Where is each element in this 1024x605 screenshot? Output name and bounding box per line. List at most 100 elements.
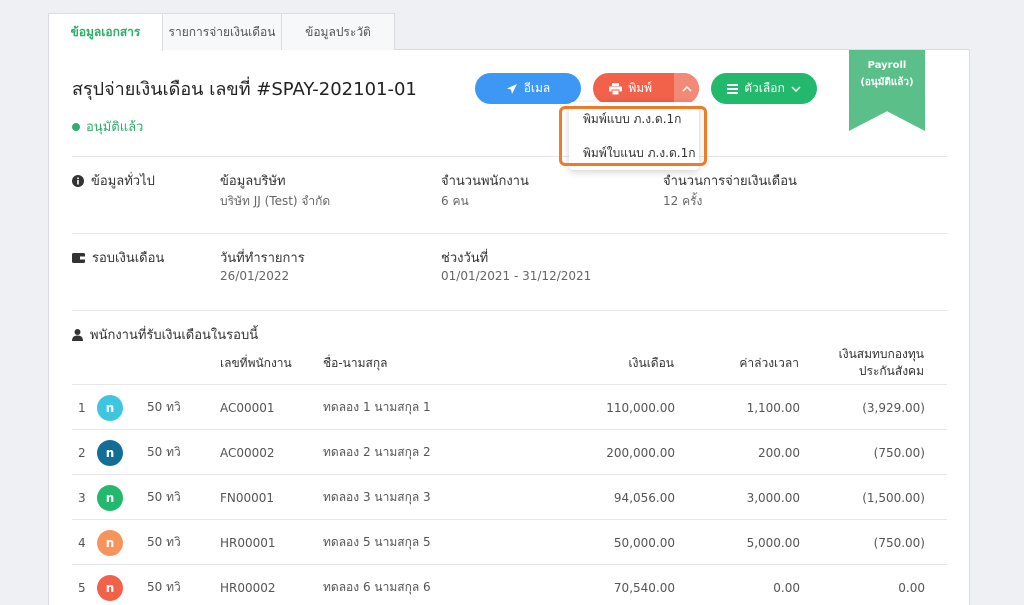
payroll-status-ribbon: Payroll (อนุมัติแล้ว) xyxy=(849,50,925,131)
tab-document-info[interactable]: ข้อมูลเอกสาร xyxy=(48,13,163,51)
employee-name: ทดลอง 1 นามสกุล 1 xyxy=(323,400,431,414)
document-card: สรุปจ่ายเงินเดือน เลขที่ #SPAY-202101-01… xyxy=(48,49,970,605)
tax-form-link[interactable]: 50 ทวิ xyxy=(147,520,181,565)
user-icon xyxy=(72,328,83,341)
row-number: 3 xyxy=(78,490,86,505)
table-row[interactable]: 2 n 50 ทวิ AC00002 ทดลอง 2 นามสกุล 2 200… xyxy=(72,429,947,474)
email-button-label: อีเมล xyxy=(523,81,551,95)
avatar: n xyxy=(97,385,123,430)
menu-icon xyxy=(727,83,739,94)
print-dropdown-menu: พิมพ์แบบ ภ.ง.ด.1ก พิมพ์ใบแนบ ภ.ง.ด.1ก xyxy=(569,102,699,170)
table-row[interactable]: 4 n 50 ทวิ HR00001 ทดลอง 5 นามสกุล 5 50,… xyxy=(72,519,947,564)
social-security-value: (3,929.00) xyxy=(862,400,925,415)
print-button-group: พิมพ์ xyxy=(593,73,699,104)
table-row[interactable]: 5 n 50 ทวิ HR00002 ทดลอง 6 นามสกุล 6 70,… xyxy=(72,564,947,605)
column-header-salary: เงินเดือน xyxy=(628,356,674,370)
status-badge: อนุมัติแล้ว xyxy=(72,116,143,137)
date-range-value: 01/01/2021 - 31/12/2021 xyxy=(441,269,592,283)
overtime-value: 3,000.00 xyxy=(746,490,800,505)
tax-form-link[interactable]: 50 ทวิ xyxy=(147,475,181,520)
column-header-name: ชื่อ-นามสกุล xyxy=(323,356,388,370)
employee-id: AC00002 xyxy=(220,445,275,460)
salary-cycle-title: รอบเงินเดือน xyxy=(92,251,165,266)
wallet-icon xyxy=(72,253,85,263)
salary-value: 110,000.00 xyxy=(606,400,675,415)
salary-value: 94,056.00 xyxy=(613,490,675,505)
page-title: สรุปจ่ายเงินเดือน เลขที่ #SPAY-202101-01 xyxy=(72,79,417,100)
options-button-label: ตัวเลือก xyxy=(744,81,785,95)
avatar: n xyxy=(97,565,123,605)
overtime-value: 5,000.00 xyxy=(746,535,800,550)
send-icon xyxy=(506,83,517,94)
salary-cycle-section: รอบเงินเดือน xyxy=(72,247,164,268)
column-header-social-security: เงินสมทบกองทุน ประกันสังคม xyxy=(839,346,924,380)
employee-id: HR00001 xyxy=(220,535,276,550)
info-icon xyxy=(72,174,84,187)
chevron-down-icon xyxy=(791,85,801,92)
avatar: n xyxy=(97,430,123,475)
tab-payroll-list[interactable]: รายการจ่ายเงินเดือน xyxy=(162,13,282,50)
printer-icon xyxy=(609,82,623,95)
employee-id: AC00001 xyxy=(220,400,275,415)
tab-history[interactable]: ข้อมูลประวัติ xyxy=(281,13,395,50)
date-range-label: ช่วงวันที่ xyxy=(441,251,489,266)
employee-id: FN00001 xyxy=(220,490,275,505)
status-dot-icon xyxy=(72,122,80,131)
social-security-value: (750.00) xyxy=(873,445,925,460)
row-number: 4 xyxy=(78,535,86,550)
payment-count-label: จำนวนการจ่ายเงินเดือน xyxy=(663,174,797,189)
general-info-section: ข้อมูลทั่วไป xyxy=(72,170,155,191)
ribbon-status: (อนุมัติแล้ว) xyxy=(860,77,914,88)
row-number: 2 xyxy=(78,445,86,460)
transaction-date-label: วันที่ทำรายการ xyxy=(220,251,305,266)
social-security-value: 0.00 xyxy=(898,580,925,595)
print-button[interactable]: พิมพ์ xyxy=(593,73,668,104)
tax-form-link[interactable]: 50 ทวิ xyxy=(147,430,181,475)
employee-name: ทดลอง 2 นามสกุล 2 xyxy=(323,445,431,459)
tax-form-link[interactable]: 50 ทวิ xyxy=(147,565,181,605)
column-header-id: เลขที่พนักงาน xyxy=(220,356,292,370)
employee-id: HR00002 xyxy=(220,580,276,595)
social-security-value: (1,500.00) xyxy=(862,490,925,505)
divider xyxy=(72,233,947,234)
general-info-title: ข้อมูลทั่วไป xyxy=(91,174,155,189)
overtime-value: 1,100.00 xyxy=(746,400,800,415)
print-dropdown-toggle[interactable] xyxy=(674,73,699,104)
social-security-value: (750.00) xyxy=(873,535,925,550)
tax-form-link[interactable]: 50 ทวิ xyxy=(147,385,181,430)
ribbon-title: Payroll xyxy=(867,60,907,71)
employee-name: ทดลอง 6 นามสกุล 6 xyxy=(323,580,431,594)
email-button[interactable]: อีเมล xyxy=(475,73,581,104)
avatar: n xyxy=(97,520,123,565)
salary-value: 70,540.00 xyxy=(613,580,675,595)
employee-name: ทดลอง 3 นามสกุล 3 xyxy=(323,490,431,504)
employee-count-label: จำนวนพนักงาน xyxy=(441,174,529,189)
divider xyxy=(72,156,947,157)
column-header-social-line2: ประกันสังคม xyxy=(858,364,924,378)
employees-section: พนักงานที่รับเงินเดือนในรอบนี้ xyxy=(72,324,258,345)
print-button-label: พิมพ์ xyxy=(628,81,653,95)
table-row[interactable]: 3 n 50 ทวิ FN00001 ทดลอง 3 นามสกุล 3 94,… xyxy=(72,474,947,519)
tab-bar: ข้อมูลเอกสาร รายการจ่ายเงินเดือน ข้อมูลป… xyxy=(48,13,395,51)
status-text: อนุมัติแล้ว xyxy=(86,120,144,135)
company-label: ข้อมูลบริษัท xyxy=(220,174,286,189)
column-header-overtime: ค่าล่วงเวลา xyxy=(739,356,799,370)
options-button[interactable]: ตัวเลือก xyxy=(711,73,817,104)
avatar: n xyxy=(97,475,123,520)
employee-name: ทดลอง 5 นามสกุล 5 xyxy=(323,535,431,549)
salary-value: 200,000.00 xyxy=(606,445,675,460)
overtime-value: 200.00 xyxy=(758,445,800,460)
row-number: 5 xyxy=(78,580,86,595)
row-number: 1 xyxy=(78,400,86,415)
employee-count-value: 6 คน xyxy=(441,194,469,208)
employees-title: พนักงานที่รับเงินเดือนในรอบนี้ xyxy=(90,328,259,343)
divider xyxy=(72,310,947,311)
print-pnd1k-form[interactable]: พิมพ์แบบ ภ.ง.ด.1ก xyxy=(569,102,699,136)
table-row[interactable]: 1 n 50 ทวิ AC00001 ทดลอง 1 นามสกุล 1 110… xyxy=(72,384,947,429)
company-value: บริษัท JJ (Test) จำกัด xyxy=(220,194,331,208)
payment-count-value: 12 ครั้ง xyxy=(663,194,703,208)
chevron-up-icon xyxy=(682,85,692,92)
overtime-value: 0.00 xyxy=(773,580,800,595)
print-pnd1k-attachment[interactable]: พิมพ์ใบแนบ ภ.ง.ด.1ก xyxy=(569,136,699,170)
transaction-date-value: 26/01/2022 xyxy=(220,269,290,283)
